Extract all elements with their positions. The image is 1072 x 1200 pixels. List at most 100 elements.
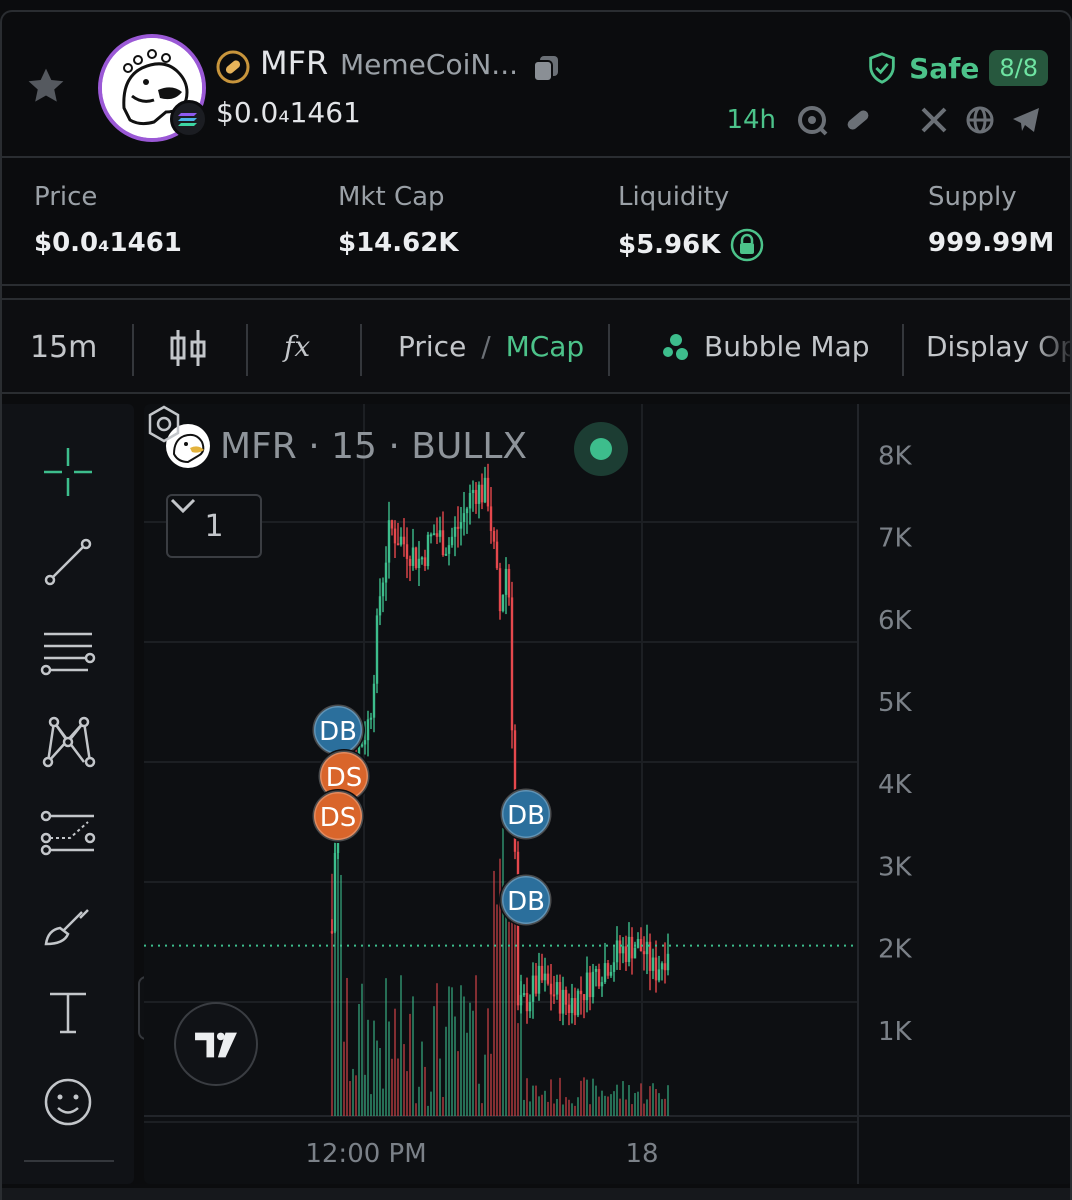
stat-price: Price $0.0₄1461 — [34, 182, 182, 258]
candle-body — [477, 484, 481, 504]
candle-body — [588, 972, 592, 998]
volume-bar — [508, 921, 510, 1116]
candle-body — [570, 998, 574, 1013]
volume-bar — [559, 1077, 561, 1116]
volume-bar — [634, 1093, 636, 1116]
candle-body — [456, 526, 460, 529]
volume-bar — [538, 1096, 540, 1116]
chart-canvas[interactable]: 8K 7K 6K 5K 4K 3K 2K 1K 12:00 PM 18 DB DS DS DB DB — [144, 404, 1072, 1184]
volume-bar — [526, 1078, 528, 1116]
volume-bar — [580, 1080, 582, 1116]
candle-body — [435, 533, 439, 537]
candle-body — [576, 990, 580, 1016]
indicators-button[interactable]: fx — [284, 330, 310, 363]
candle-body — [399, 536, 403, 545]
candlestick-type-icon[interactable] — [168, 326, 208, 370]
chart-settings-icon[interactable] — [144, 404, 184, 444]
legend-collapse-button[interactable]: 1 — [166, 494, 262, 558]
candle-body — [507, 568, 511, 598]
token-name: MemeCoiN... — [340, 48, 518, 81]
candle-body — [615, 940, 619, 963]
candle-body — [444, 553, 448, 556]
candle-body — [552, 994, 556, 997]
bottom-bar — [2, 1188, 1070, 1200]
candle-body — [495, 541, 499, 569]
text-tool-icon[interactable] — [38, 982, 98, 1042]
candle-body — [393, 528, 397, 544]
volume-bar — [505, 912, 507, 1116]
pill-icon[interactable] — [842, 104, 874, 136]
volume-bar — [358, 1003, 360, 1116]
display-options-button[interactable]: Display Op — [926, 330, 1070, 363]
volume-bar — [568, 1099, 570, 1116]
star-icon[interactable] — [24, 64, 68, 108]
candle-body — [633, 947, 637, 959]
copy-icon[interactable] — [530, 52, 562, 84]
volume-bar — [379, 1048, 381, 1116]
safety-indicator[interactable]: Safe 8/8 — [865, 50, 1048, 86]
volume-bar — [652, 1083, 654, 1116]
price-option[interactable]: Price — [398, 330, 466, 363]
volume-bar — [484, 1054, 486, 1116]
candle-body — [597, 968, 601, 987]
candle-body — [402, 536, 406, 545]
volume-bar — [430, 1091, 432, 1116]
candle-body — [528, 1001, 532, 1012]
trend-line-icon[interactable] — [38, 532, 98, 592]
interval-selector[interactable]: 15m — [30, 330, 97, 365]
candle-body — [504, 568, 508, 595]
volume-bar — [493, 870, 495, 1116]
globe-icon[interactable] — [964, 104, 996, 136]
price-mcap-toggle[interactable]: Price / MCap — [398, 330, 584, 363]
volume-bar — [604, 1095, 606, 1116]
volume-bar — [385, 978, 387, 1116]
volume-bar — [406, 1071, 408, 1116]
price-chart[interactable]: 8K 7K 6K 5K 4K 3K 2K 1K 12:00 PM 18 DB DS DS DB DB MFR… — [144, 404, 1072, 1184]
bubble-map-icon — [663, 333, 688, 360]
volume-bar — [424, 1066, 426, 1116]
telegram-icon[interactable] — [1010, 104, 1042, 136]
volume-bar — [541, 1094, 543, 1116]
volume-bar — [571, 1103, 573, 1116]
fib-retracement-icon[interactable] — [38, 622, 98, 682]
volume-bar — [433, 1006, 435, 1116]
brush-icon[interactable] — [38, 894, 98, 954]
marker-label: DS — [326, 763, 363, 793]
bubble-map-button[interactable]: Bubble Map — [660, 330, 870, 363]
tradingview-logo[interactable] — [174, 1002, 258, 1086]
volume-bar — [469, 1002, 471, 1116]
candle-body — [540, 965, 544, 981]
volume-bar — [574, 1105, 576, 1116]
pattern-tool-icon[interactable] — [38, 712, 98, 772]
emoji-icon[interactable] — [38, 1072, 98, 1132]
volume-bar — [343, 1041, 345, 1116]
volume-bar — [550, 1079, 552, 1116]
crosshair-icon[interactable] — [38, 442, 98, 502]
token-stats: Price $0.0₄1461 Mkt Cap $14.62K Liquidit… — [2, 160, 1070, 286]
volume-bar — [598, 1096, 600, 1116]
volume-bar — [361, 983, 363, 1116]
volume-bar — [427, 1105, 429, 1116]
volume-bar — [565, 1097, 567, 1116]
y-tick-label: 5K — [878, 688, 913, 718]
mcap-option[interactable]: MCap — [506, 330, 585, 363]
volume-bar — [370, 1094, 372, 1116]
lock-icon — [731, 228, 764, 262]
search-contract-icon[interactable] — [796, 104, 828, 136]
trade-markers: DB DS DS DB DB — [311, 703, 553, 927]
volume-bar — [409, 1013, 411, 1116]
x-twitter-icon[interactable] — [918, 104, 950, 136]
volume-bar — [502, 828, 504, 1116]
y-tick-label: 6K — [878, 606, 913, 636]
volume-bar — [451, 987, 453, 1116]
forecast-tool-icon[interactable] — [38, 802, 98, 862]
candle-body — [372, 683, 376, 718]
volume-bar — [655, 1089, 657, 1116]
volume-bar — [607, 1096, 609, 1116]
candle-body — [468, 492, 472, 509]
volume-bar — [355, 1075, 357, 1116]
volume-bar — [637, 1091, 639, 1116]
candle-body — [618, 940, 622, 954]
candle-body — [546, 973, 550, 984]
y-tick-label: 4K — [878, 770, 913, 800]
